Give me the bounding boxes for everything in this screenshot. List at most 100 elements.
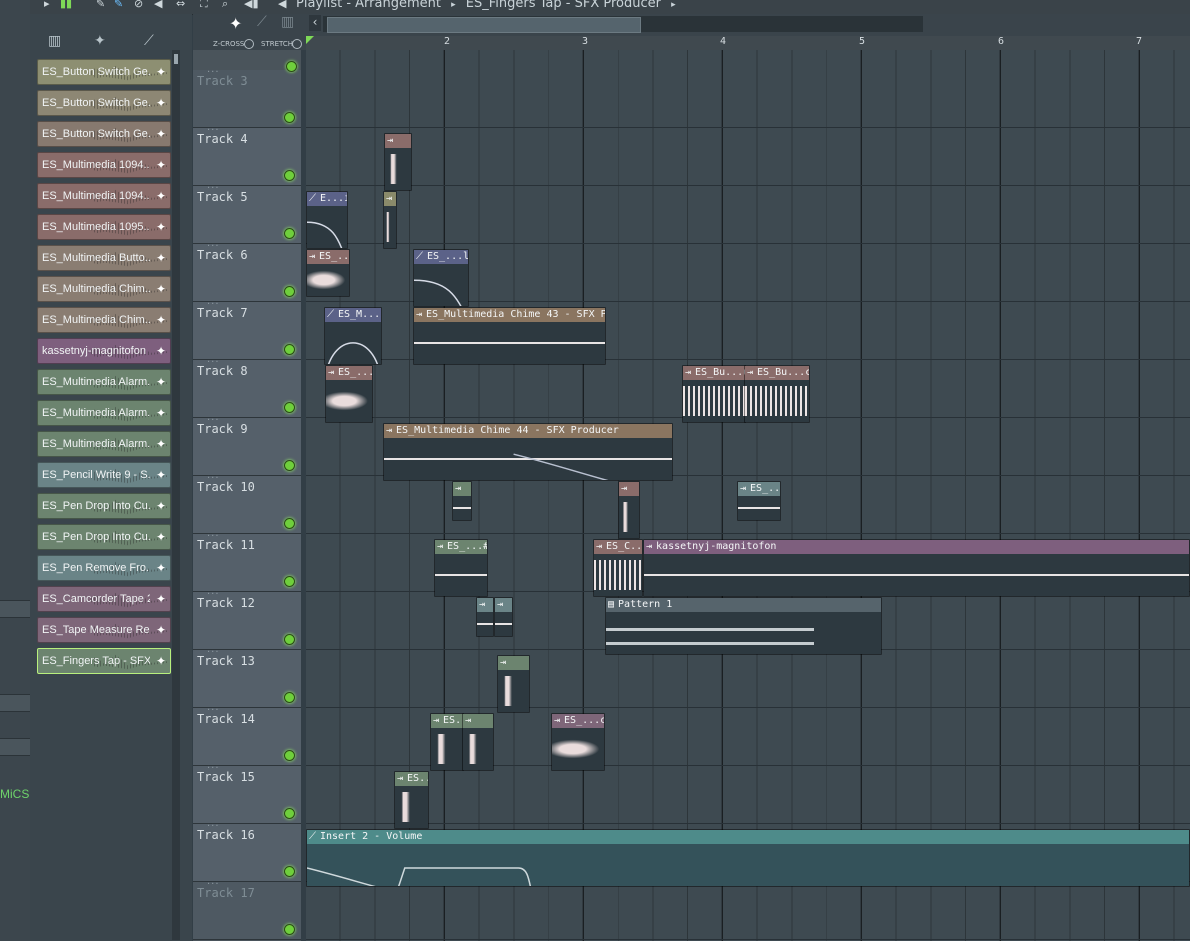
playlist-clip[interactable]: ⇥ES_Bu...cer: [744, 365, 810, 423]
playlist-clip[interactable]: ⇥ES_...r: [737, 481, 781, 521]
mute-icon[interactable]: ◀: [154, 0, 162, 10]
clip-header[interactable]: ⟋ ES_M...ier: [325, 308, 381, 322]
playlist-clip[interactable]: ⇥ES_Bu...uce: [682, 365, 746, 423]
browser-clip-item[interactable]: ES_Pen Drop Into Cu... ✦: [37, 493, 171, 519]
playlist-clip[interactable]: ⟋ E...ier: [306, 191, 348, 249]
piano-icon[interactable]: ▥: [48, 33, 61, 49]
clip-header[interactable]: ⟋ Insert 2 - Volume: [307, 830, 1189, 844]
playhead-marker-icon[interactable]: [306, 36, 314, 44]
track-header[interactable]: ... Track 14: [193, 702, 301, 766]
clip-header[interactable]: ⇥: [384, 192, 396, 206]
delete-icon[interactable]: ⊘: [134, 0, 143, 10]
overview-thumb[interactable]: [327, 17, 641, 33]
track-header[interactable]: ... Track 15: [193, 760, 301, 824]
track-header[interactable]: ... Track 13: [193, 644, 301, 708]
playlist-clip[interactable]: ▤ Pattern 1: [605, 597, 882, 655]
browser-clip-item[interactable]: ES_Multimedia Alarm... ✦: [37, 369, 171, 395]
track-header[interactable]: ... Track 8: [193, 354, 301, 418]
browser-clip-item[interactable]: ES_Multimedia Alarm... ✦: [37, 400, 171, 426]
track-header[interactable]: ... Track 17: [193, 876, 301, 940]
track-mute-led[interactable]: [284, 460, 295, 471]
browser-clip-item[interactable]: ES_Pen Drop Into Cu... ✦: [37, 524, 171, 550]
timeline-ruler[interactable]: 2 3 4 5 6 7: [306, 36, 1190, 51]
browser-clip-item[interactable]: ES_Fingers Tap - SFX... ✦: [37, 648, 171, 674]
browser-clip-item[interactable]: ES_Button Switch Ge... ✦: [37, 121, 171, 147]
clip-header[interactable]: ⇥: [463, 714, 493, 728]
playlist-clip[interactable]: ⟋ ES_M...ier: [324, 307, 382, 365]
browser-clip-item[interactable]: ES_Multimedia 1095... ✦: [37, 214, 171, 240]
track-header[interactable]: ... Track 7: [193, 296, 301, 360]
browser-clip-item[interactable]: ES_Button Switch Ge... ✦: [37, 59, 171, 85]
clip-header[interactable]: ⇥: [498, 656, 529, 670]
playlist-clip[interactable]: ⇥ES_...cer: [551, 713, 605, 771]
clip-header[interactable]: ▤ Pattern 1: [606, 598, 881, 612]
browser-clip-item[interactable]: ES_Pen Remove Fro... ✦: [37, 555, 171, 581]
playlist-clip[interactable]: ⇥ ES_Multimedia Chime 44 - SFX Producer: [383, 423, 673, 481]
overview-scrollbar[interactable]: [323, 16, 923, 33]
clip-header[interactable]: ⇥ES_...cer: [552, 714, 604, 728]
track-mute-led[interactable]: [284, 692, 295, 703]
playlist-clip[interactable]: ⇥: [497, 655, 530, 713]
playlist-clip[interactable]: ⇥ES...: [430, 713, 464, 771]
browser-clip-item[interactable]: ES_Multimedia 1094... ✦: [37, 183, 171, 209]
zcross-toggle[interactable]: [244, 39, 254, 49]
browser-clip-item[interactable]: ES_Multimedia Alarm... ✦: [37, 431, 171, 457]
browser-clip-item[interactable]: ES_Multimedia 1094... ✦: [37, 152, 171, 178]
clip-header[interactable]: ⇥: [453, 482, 471, 496]
clip-header[interactable]: ⇥ES_...#2: [435, 540, 487, 554]
track-mute-led[interactable]: [284, 576, 295, 587]
clip-header[interactable]: ⇥: [619, 482, 639, 496]
scrollbar-thumb[interactable]: [174, 54, 178, 64]
snap-icon[interactable]: ▮▮: [60, 0, 72, 10]
track-header[interactable]: ... Track 9: [193, 412, 301, 476]
playlist-clip[interactable]: ⇥ES_Multimedia Chime 43 - SFX Producer: [413, 307, 606, 365]
stretch-toggle[interactable]: [292, 39, 302, 49]
clip-header[interactable]: ⇥ES...: [395, 772, 428, 786]
track-header[interactable]: ... Track 4: [193, 122, 301, 186]
track-mute-led[interactable]: [284, 634, 295, 645]
clip-header[interactable]: ⇥ES_Bu...cer: [745, 366, 809, 380]
piano-icon[interactable]: ▥: [281, 14, 294, 30]
track-header[interactable]: ... Track 16: [193, 818, 301, 882]
browser-clip-item[interactable]: ES_Multimedia Butto... ✦: [37, 245, 171, 271]
track-header[interactable]: ... Track 12: [193, 586, 301, 650]
clip-header[interactable]: ⟋ E...ier: [307, 192, 347, 206]
clip-header[interactable]: ⟋ ES_...lier: [414, 250, 468, 264]
paint-icon[interactable]: ✎: [114, 0, 123, 10]
playlist-clip[interactable]: ⇥: [618, 481, 640, 539]
playlist-clip[interactable]: ⇥ES_...r: [306, 249, 350, 297]
track-mute-led[interactable]: [284, 518, 295, 529]
track-header[interactable]: ... Track 3: [193, 64, 301, 128]
browser-clip-item[interactable]: ES_Camcorder Tape 2... ✦: [37, 586, 171, 612]
clip-header[interactable]: ⇥ES_...r: [738, 482, 780, 496]
browser-clip-item[interactable]: ES_Button Switch Ge... ✦: [37, 90, 171, 116]
track-header[interactable]: ... Track 6: [193, 238, 301, 302]
clip-header[interactable]: ⇥: [385, 134, 411, 148]
track-mute-led[interactable]: [284, 924, 295, 935]
playlist-clip[interactable]: ⇥ES_C...: [593, 539, 643, 597]
panel-bar[interactable]: [0, 694, 30, 712]
play-icon[interactable]: ▸: [44, 0, 50, 10]
playlist-clip[interactable]: ⟋ Insert 2 - Volume: [306, 829, 1190, 887]
audio-clips-icon[interactable]: ✦: [94, 33, 106, 49]
panel-bar[interactable]: [0, 738, 30, 756]
track-mute-led[interactable]: [284, 112, 295, 123]
browser-clip-item[interactable]: ES_Multimedia Chim... ✦: [37, 307, 171, 333]
browser-clip-item[interactable]: kassetnyj-magnitofon ✦: [37, 338, 171, 364]
browser-clip-item[interactable]: ES_Tape Measure Re... ✦: [37, 617, 171, 643]
playlist-clip[interactable]: ⇥: [494, 597, 513, 637]
picker-scrollbar[interactable]: [172, 50, 180, 940]
track-mute-led[interactable]: [284, 228, 295, 239]
automation-icon[interactable]: ⟋: [144, 33, 154, 49]
track-mute-led[interactable]: [284, 750, 295, 761]
clip-header[interactable]: ⇥ kassetnyj-magnitofon: [644, 540, 1189, 554]
playlist-clip[interactable]: ⇥ES_...#2: [434, 539, 488, 597]
clip-header[interactable]: ⇥ES...: [431, 714, 463, 728]
pencil-icon[interactable]: ✎: [96, 0, 105, 10]
playlist-clip[interactable]: ⇥: [452, 481, 472, 521]
track-header[interactable]: ... Track 5: [193, 180, 301, 244]
clip-header[interactable]: ⇥: [495, 598, 512, 612]
track-header[interactable]: ... Track 11: [193, 528, 301, 592]
track-mute-led[interactable]: [284, 286, 295, 297]
track-mute-led[interactable]: [284, 170, 295, 181]
